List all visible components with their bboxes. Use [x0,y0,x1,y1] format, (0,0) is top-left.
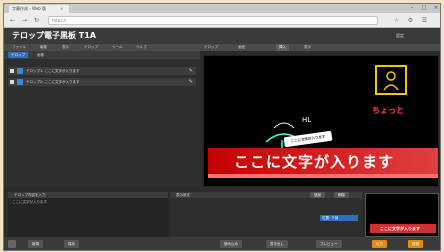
new-button[interactable]: 新規 [28,240,43,248]
edit-icon[interactable]: ✎ [189,79,193,85]
menu-tools[interactable]: ツール [112,44,123,51]
menu-view[interactable]: 表示 [62,44,69,51]
menu-edit[interactable]: 編集 [40,44,47,51]
browser-chrome: 字幕作成 - Web 版 × – □ × ← → ↻ https:// ☆ ⚙ … [4,4,440,28]
list-item[interactable]: テロップ1: ここに文字が入ります ✎ [8,67,196,75]
row-label: テロップ1: ここに文字が入ります [26,69,80,73]
footer-toolbar: 新規 保存 読み込み 書き出し プレビュー 出力 送信 [4,237,440,250]
app-title: テロップ電子黒板 T1A [12,31,96,40]
settings-button[interactable]: 設定 [396,32,404,40]
menu-right-view[interactable]: 表示 [304,44,311,51]
load-button[interactable]: 読み込み [220,240,242,248]
nav-bar: ← → ↻ https:// ☆ ⚙ ☰ [4,13,440,28]
list-item[interactable]: テロップ2: ここに文字が入ります ✎ [8,78,196,86]
panel-tabs: テロップ 画像 [4,51,200,59]
telop-icon [17,79,23,85]
browser-tab-title: 字幕作成 - Web 版 [12,6,46,11]
maximize-button[interactable]: □ [418,4,430,13]
preview-canvas[interactable]: HL ここに文字が入ります ここに文字が入ります ちょっと [203,55,439,187]
telop-icon [17,68,23,74]
menu-file[interactable]: ファイル [12,44,26,51]
preview-button[interactable]: プレビュー [316,240,342,248]
telop-text-input[interactable]: ここに文字が入ります [8,198,168,237]
back-icon[interactable]: ← [8,16,17,25]
add-button[interactable]: 追加 [310,192,325,198]
star-icon[interactable]: ☆ [392,16,401,25]
row-checkbox[interactable] [10,69,14,73]
text-input-panel: テロップ内容を入力 ここに文字が入ります [8,192,168,237]
position-select[interactable]: 位置: 下部 [320,215,358,221]
folder-icon[interactable] [8,240,16,248]
tab-close-icon[interactable]: × [60,5,63,13]
menu-right-insert[interactable]: 挿入 [276,44,289,51]
row-label: テロップ2: ここに文字が入ります [26,80,80,84]
app-window: 字幕作成 - Web 版 × – □ × ← → ↻ https:// ☆ ⚙ … [3,3,441,251]
output-button[interactable]: 出力 [372,240,387,248]
handwriting-hl: HL [302,116,312,124]
save-button[interactable]: 保存 [64,240,79,248]
delete-button[interactable]: 削除 [334,192,349,198]
address-bar[interactable]: https:// [48,16,378,25]
telop-list-panel: テロップ 画像 テロップ1: ここに文字が入ります ✎ テロップ2: ここに文字… [4,51,200,186]
reload-icon[interactable]: ↻ [32,16,41,25]
main-caption: ここに文字が入ります [234,153,395,171]
tab-image[interactable]: 画像 [34,52,47,58]
tab-telop[interactable]: テロップ [8,52,28,58]
thumbnail-caption: ここに文字が入ります [380,226,420,231]
app-header: テロップ電子黒板 T1A 設定 [4,28,440,44]
row-checkbox[interactable] [10,80,14,84]
menu-icon[interactable]: ☰ [420,16,429,25]
display-settings-panel: 表示設定 追加 削除 位置: 下部 [170,192,362,237]
send-button[interactable]: 送信 [408,240,423,248]
preview-thumbnail[interactable]: ここに文字が入ります [365,193,439,237]
tab-strip: 字幕作成 - Web 版 × – □ × [4,4,440,13]
export-button[interactable]: 書き出し [266,240,288,248]
doodle-label: ちょっと [372,106,404,115]
menu-bar: ファイル 編集 表示 テロップ ツール ヘルプ テロップ 画面 挿入 表示 [4,44,440,51]
menu-right-screen[interactable]: 画面 [238,44,245,51]
menu-telop[interactable]: テロップ [84,44,98,51]
edit-icon[interactable]: ✎ [189,68,193,74]
gear-icon[interactable]: ⚙ [406,16,415,25]
close-window-button[interactable]: × [430,4,440,13]
forward-icon[interactable]: → [20,16,29,25]
minimize-button[interactable]: – [406,4,418,13]
menu-help[interactable]: ヘルプ [136,44,147,51]
menu-right-telop[interactable]: テロップ [204,44,218,51]
